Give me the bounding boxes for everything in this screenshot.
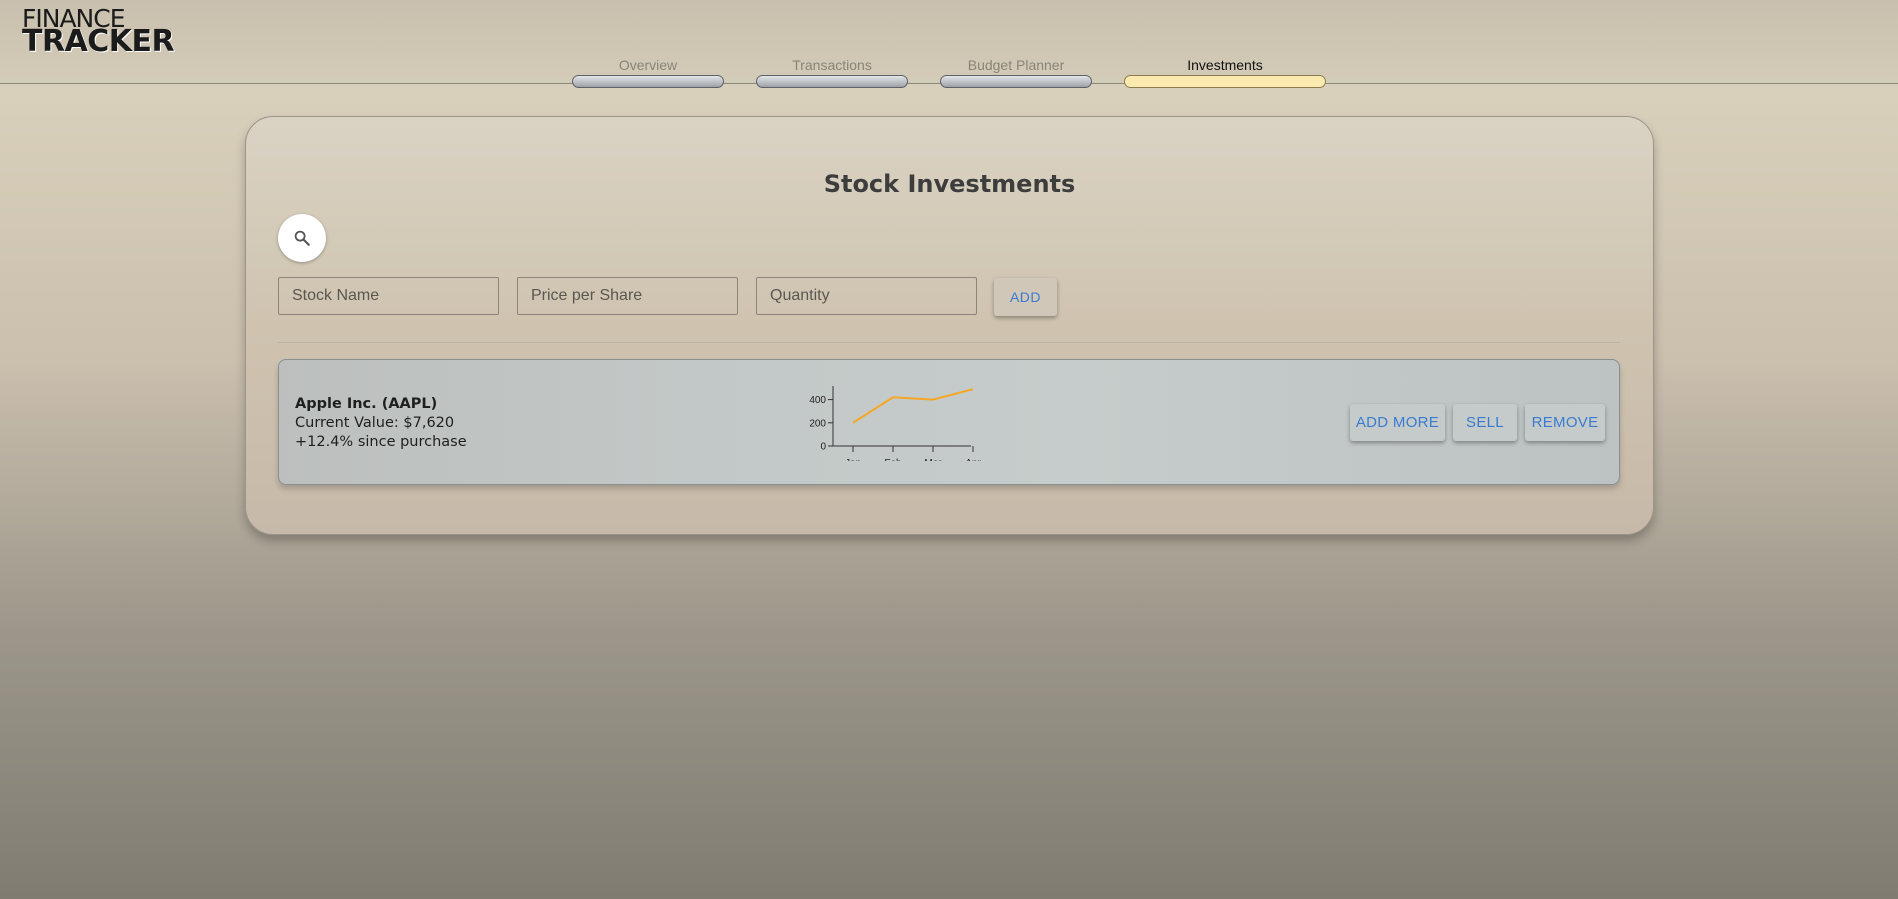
chart-y-tick-label: 400 <box>809 395 826 406</box>
tab-budget-planner[interactable]: Budget Planner <box>940 57 1092 88</box>
search-icon <box>294 230 310 246</box>
tab-investments[interactable]: Investments <box>1124 57 1326 88</box>
holding-current-value: Current Value: $7,620 <box>295 415 455 431</box>
chart-x-tick-label: Feb <box>884 458 902 461</box>
stock-name-input[interactable] <box>278 277 499 315</box>
logo-text-tracker: TRACKER <box>22 24 175 59</box>
price-per-share-input[interactable] <box>517 277 738 315</box>
divider <box>278 342 1620 343</box>
tab-overview-label: Overview <box>618 57 678 73</box>
app-logo[interactable]: FINANCE TRACKER <box>22 6 175 59</box>
tab-transactions[interactable]: Transactions <box>756 57 908 88</box>
tab-transactions-indicator[interactable] <box>756 75 908 88</box>
holding-name: Apple Inc. (AAPL) <box>295 396 438 412</box>
tab-transactions-label: Transactions <box>792 57 872 73</box>
page-title: Stock Investments <box>823 170 1076 198</box>
main-nav-tabs: Overview Transactions Budget Planner Inv… <box>0 57 1898 97</box>
tab-investments-label: Investments <box>1187 57 1263 73</box>
tab-budget-planner-indicator[interactable] <box>940 75 1092 88</box>
tab-overview[interactable]: Overview <box>572 57 724 88</box>
chart-y-tick-label: 200 <box>809 418 826 429</box>
investments-panel: Stock Investments ADD Apple Inc. (AAPL) … <box>245 116 1654 535</box>
chart-x-tick-label: Jan <box>845 458 861 461</box>
add-stock-button[interactable]: ADD <box>994 278 1057 316</box>
quantity-input[interactable] <box>756 277 977 315</box>
tab-investments-indicator[interactable] <box>1124 75 1326 88</box>
remove-button[interactable]: REMOVE <box>1525 404 1605 441</box>
holding-change: +12.4% since purchase <box>295 434 467 450</box>
chart-y-tick-label: 0 <box>820 442 826 453</box>
holding-info: Apple Inc. (AAPL) Current Value: $7,620 … <box>295 395 467 452</box>
holding-line-chart: 0 200 400 Jan Feb Mar Apr <box>809 386 981 461</box>
chart-x-tick-label: Apr <box>965 458 981 461</box>
search-button[interactable] <box>278 214 326 262</box>
chart-series-line <box>852 388 974 424</box>
add-more-button[interactable]: ADD MORE <box>1350 404 1445 441</box>
sell-button[interactable]: SELL <box>1453 404 1517 441</box>
holding-card-aapl: Apple Inc. (AAPL) Current Value: $7,620 … <box>278 359 1620 485</box>
tab-budget-planner-label: Budget Planner <box>967 57 1065 73</box>
tab-overview-indicator[interactable] <box>572 75 724 88</box>
chart-x-tick-label: Mar <box>924 458 942 461</box>
